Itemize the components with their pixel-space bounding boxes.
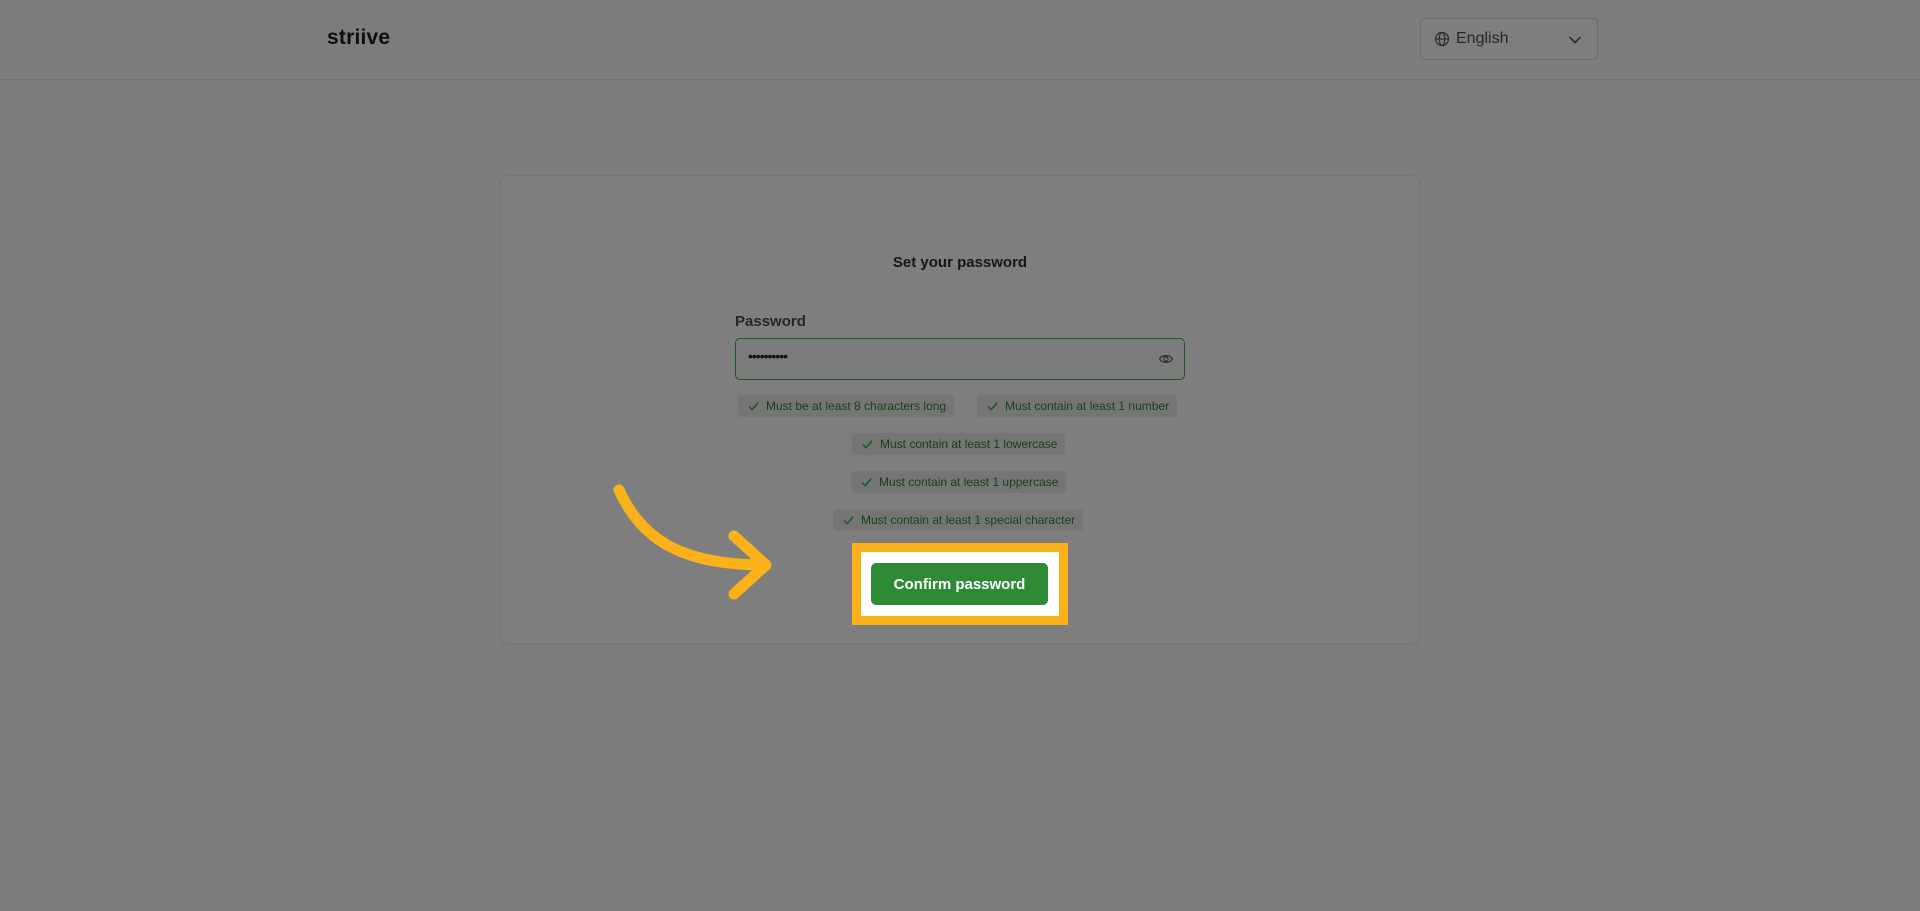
top-header: striive English — [0, 0, 1920, 80]
rule-text: Must contain at least 1 uppercase — [879, 475, 1059, 489]
check-icon — [987, 401, 998, 411]
rule-lowercase: Must contain at least 1 lowercase — [852, 433, 1066, 455]
check-icon — [862, 439, 873, 449]
language-select[interactable]: English — [1420, 18, 1598, 60]
rule-min-length: Must be at least 8 characters long — [738, 395, 955, 417]
rule-text: Must contain at least 1 lowercase — [880, 437, 1058, 451]
rule-text: Must contain at least 1 number — [1005, 399, 1170, 413]
language-label: English — [1456, 30, 1509, 47]
globe-icon — [1434, 31, 1450, 47]
rule-special-character: Must contain at least 1 special characte… — [833, 509, 1084, 531]
rule-text: Must be at least 8 characters long — [766, 399, 947, 413]
password-value[interactable]: •••••••••• — [748, 348, 788, 364]
form-title: Set your password — [892, 254, 1028, 271]
check-icon — [748, 401, 759, 411]
rule-uppercase: Must contain at least 1 uppercase — [851, 471, 1067, 493]
check-icon — [843, 515, 854, 525]
rule-number: Must contain at least 1 number — [977, 395, 1178, 417]
password-label: Password — [735, 313, 806, 330]
password-field[interactable]: •••••••••• — [735, 338, 1185, 380]
striive-logo[interactable]: striive — [327, 26, 390, 50]
confirm-password-button[interactable]: Confirm password — [871, 563, 1048, 605]
eye-icon[interactable] — [1158, 351, 1174, 367]
chevron-down-icon — [1569, 36, 1581, 44]
rule-text: Must contain at least 1 special characte… — [861, 513, 1076, 527]
check-icon — [861, 477, 872, 487]
pointer-arrow-icon — [613, 484, 772, 600]
